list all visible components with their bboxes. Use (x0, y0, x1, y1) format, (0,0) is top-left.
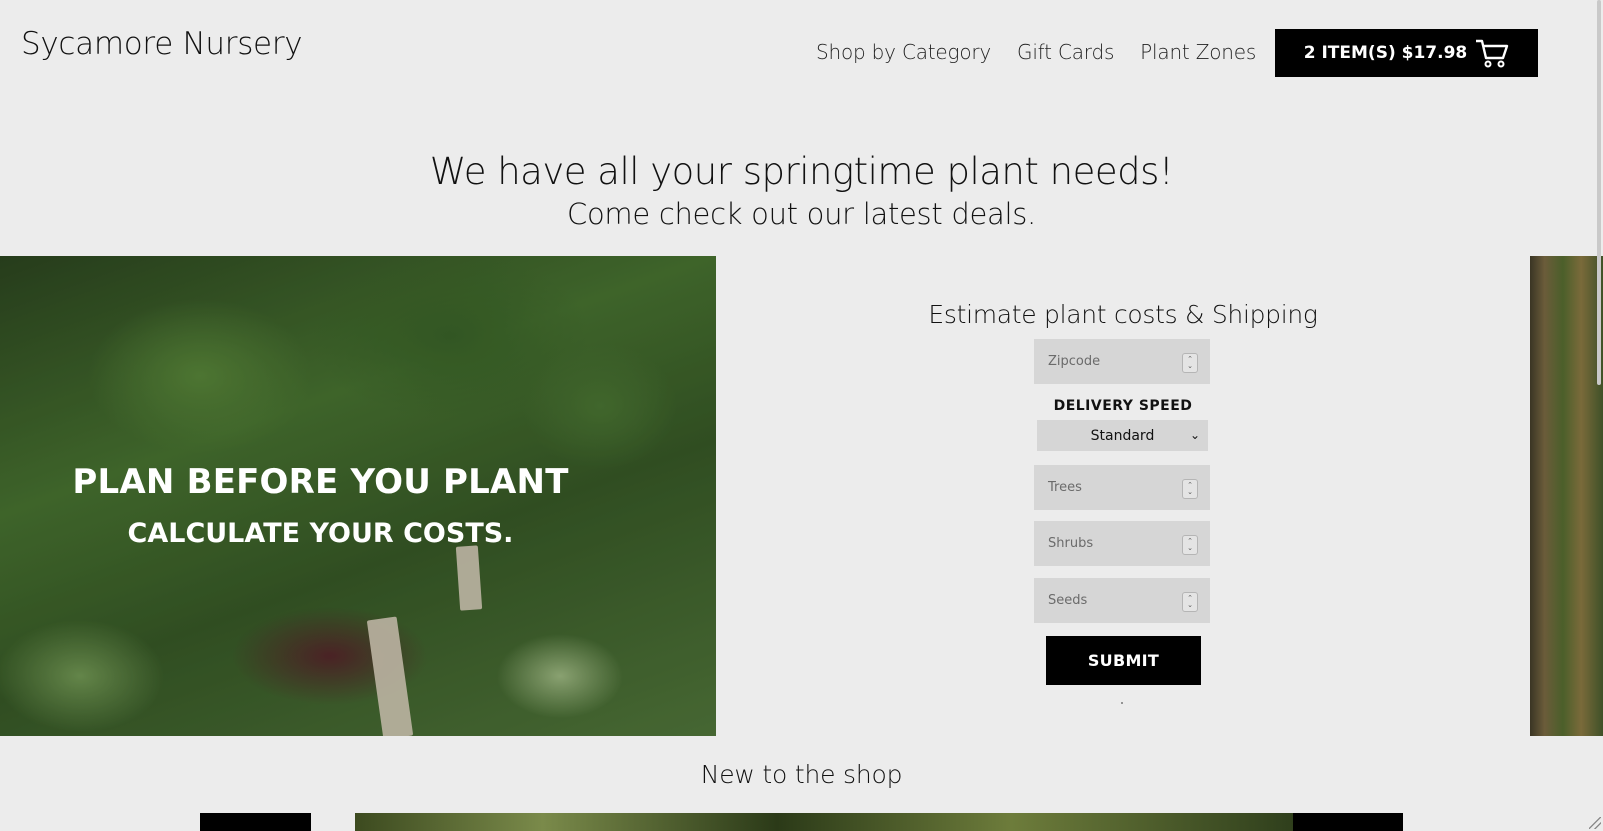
delivery-speed-value: Standard (1090, 427, 1155, 444)
number-spinner-icon[interactable]: ⌃ ⌄ (1182, 479, 1198, 499)
number-spinner-icon[interactable]: ⌃ ⌄ (1182, 592, 1198, 612)
seeds-field[interactable]: Seeds ⌃ ⌄ (1034, 578, 1210, 623)
shopping-cart-icon (1476, 39, 1509, 68)
delivery-speed-select[interactable]: Standard ⌄ (1037, 420, 1208, 451)
page-scrollbar[interactable] (1597, 0, 1601, 385)
carousel-next-button[interactable] (1293, 813, 1403, 831)
side-garden-photo (1530, 256, 1603, 736)
trees-field[interactable]: Trees ⌃ ⌄ (1034, 465, 1210, 510)
number-spinner-icon[interactable]: ⌃ ⌄ (1182, 535, 1198, 555)
resize-grip-icon[interactable] (1589, 817, 1601, 829)
plan-heading: PLAN BEFORE YOU PLANT (72, 462, 569, 502)
cart-summary: 2 ITEM(S) $17.98 (1303, 43, 1468, 63)
nav-gift-cards[interactable]: Gift Cards (1017, 40, 1114, 64)
nav-plant-zones[interactable]: Plant Zones (1140, 40, 1256, 64)
cart-button[interactable]: 2 ITEM(S) $17.98 (1275, 29, 1538, 77)
plan-subheading: CALCULATE YOUR COSTS. (127, 518, 514, 549)
trees-placeholder: Trees (1048, 480, 1082, 495)
chevron-down-icon: ⌄ (1189, 428, 1200, 442)
delivery-speed-label: DELIVERY SPEED (1053, 398, 1193, 414)
new-to-shop-title: New to the shop (700, 760, 903, 789)
shrubs-field[interactable]: Shrubs ⌃ ⌄ (1034, 521, 1210, 566)
main-nav: Shop by Category Gift Cards Plant Zones (816, 40, 1256, 64)
nav-shop-by-category[interactable]: Shop by Category (816, 40, 991, 64)
hero-title: We have all your springtime plant needs! (429, 150, 1174, 193)
submit-button[interactable]: SUBMIT (1046, 636, 1201, 685)
number-spinner-icon[interactable]: ⌃ ⌄ (1182, 353, 1198, 373)
shrubs-placeholder: Shrubs (1048, 536, 1094, 551)
zipcode-placeholder: Zipcode (1048, 354, 1101, 369)
zipcode-field[interactable]: Zipcode ⌃ ⌄ (1034, 339, 1210, 384)
carousel-product-image[interactable] (355, 813, 1293, 831)
result-indicator (1121, 702, 1123, 704)
hero-subtitle: Come check out our latest deals. (567, 197, 1036, 231)
site-brand[interactable]: Sycamore Nursery (21, 26, 303, 62)
seeds-placeholder: Seeds (1048, 593, 1088, 608)
estimator-title: Estimate plant costs & Shipping (928, 300, 1318, 329)
carousel-prev-button[interactable] (200, 813, 311, 831)
